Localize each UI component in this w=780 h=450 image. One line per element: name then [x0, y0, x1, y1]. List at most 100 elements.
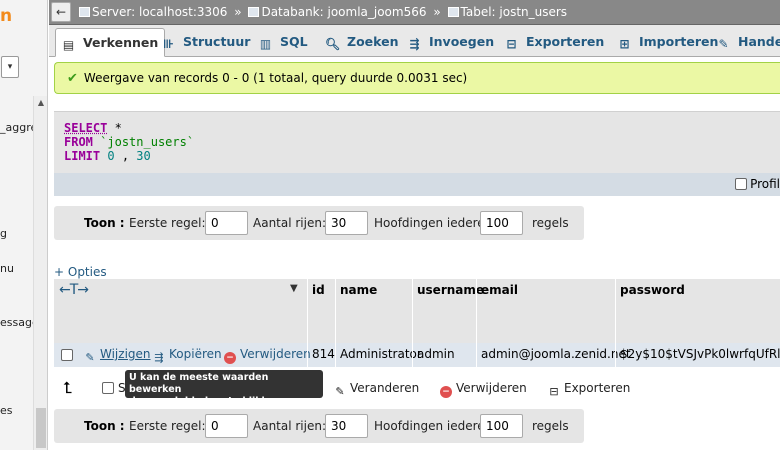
cell-password[interactable]: $2y$10$tVSJvPk0lwrfqUfRlDy — [615, 343, 780, 367]
column-header-name[interactable]: name — [335, 279, 412, 343]
tab-label: SQL — [280, 34, 308, 49]
column-header-email[interactable]: email — [476, 279, 615, 343]
delete-icon: − — [224, 352, 236, 364]
sql-limit-start: 0 — [107, 149, 115, 163]
table-row[interactable]: ✎ Wijzigen ⇶ Kopiëren − Verwijderen 814 Adm… — [54, 343, 780, 367]
insert-icon: ⇶ — [409, 37, 420, 51]
breadcrumb-bar: ← Server: localhost:3306 » Databank: joo… — [49, 0, 780, 25]
select-all-checkbox[interactable] — [102, 382, 114, 394]
bulk-delete-button[interactable]: − Verwijderen — [440, 381, 527, 398]
scroll-up-arrow-icon[interactable]: ▲ — [34, 96, 47, 110]
column-arrows-icon[interactable]: ←T→ — [59, 282, 89, 298]
rows-input[interactable]: 30 — [325, 414, 368, 438]
tab-structuur[interactable]: ⊪ Structuur — [156, 28, 256, 57]
pagination-row-bottom: Toon : Eerste regel: 0 Aantal rijen: 30 … — [54, 409, 584, 443]
tab-invoegen[interactable]: ⇶ Invoegen — [402, 28, 500, 57]
tab-importeren[interactable]: ⊞ Importeren — [612, 28, 724, 57]
tab-sql[interactable]: ▥ SQL — [253, 28, 314, 57]
copy-icon: ⇶ — [154, 351, 164, 364]
edit-row-button[interactable]: ✎ Wijzigen — [83, 343, 151, 365]
profiling-option[interactable]: Profil — [735, 177, 780, 191]
row-checkbox[interactable] — [61, 349, 73, 361]
sql-table-name: `jostn_users` — [100, 135, 195, 149]
copy-row-button[interactable]: ⇶ Kopiëren — [152, 343, 222, 365]
profiling-label: Profil — [750, 177, 780, 191]
rows-label: Aantal rijen: — [253, 419, 327, 433]
bulk-edit-button[interactable]: ✎ Veranderen — [333, 381, 419, 399]
phpmyadmin-logo[interactable]: n — [0, 6, 12, 26]
tab-zoeken[interactable]: 🔍︎ Zoeken — [320, 28, 404, 57]
cell-id[interactable]: 814 — [307, 343, 335, 367]
tab-label: Structuur — [183, 34, 251, 49]
tab-exporteren[interactable]: ⊟ Exporteren — [499, 28, 610, 57]
left-navigation-panel: n ▾ _aggre g nu essage es ▲ — [0, 0, 48, 450]
copy-label: Kopiëren — [169, 347, 222, 361]
headers-label: Hoofdingen iedere — [374, 216, 485, 230]
edit-hint-tooltip: U kan de meeste waarden bewerken door er… — [125, 370, 323, 407]
column-header-username[interactable]: username — [412, 279, 484, 343]
column-header-password[interactable]: password — [615, 279, 780, 343]
sql-select-keyword[interactable]: SELECT — [64, 121, 107, 135]
scroll-thumb[interactable] — [36, 408, 46, 448]
headers-input[interactable]: 100 — [480, 414, 523, 438]
nav-item[interactable]: g — [0, 227, 7, 240]
sql-limit-separator: , — [121, 149, 130, 163]
sql-star: * — [114, 121, 122, 135]
toon-label: Toon : — [84, 419, 125, 433]
tab-verkennen[interactable]: ▤ Verkennen — [55, 28, 166, 57]
breadcrumb-database[interactable]: Databank: joomla_joom566 — [261, 5, 426, 19]
regels-label: regels — [532, 419, 569, 433]
delete-label: Verwijderen — [240, 347, 311, 361]
profiling-checkbox[interactable] — [735, 178, 748, 190]
rows-input[interactable]: 30 — [325, 211, 368, 235]
import-icon: ⊞ — [619, 37, 630, 51]
breadcrumb-separator: » — [433, 5, 441, 19]
column-header-id[interactable]: id — [307, 279, 335, 343]
arrow-up-left-icon: ⮤ — [63, 378, 73, 397]
collapse-arrow-icon[interactable]: ← — [51, 2, 71, 22]
pagination-row-top: Toon : Eerste regel: 0 Aantal rijen: 30 … — [54, 206, 584, 240]
sql-tools-bar: Profil — [54, 173, 780, 196]
nav-item[interactable]: _aggre — [0, 121, 37, 134]
tab-label: Invoegen — [429, 34, 495, 49]
cell-username[interactable]: admin — [412, 343, 476, 367]
sql-icon: ▥ — [259, 37, 272, 51]
breadcrumb-table[interactable]: Tabel: jostn_users — [461, 5, 568, 19]
cell-email[interactable]: admin@joomla.zenid.net — [476, 343, 631, 367]
bulk-edit-label: Veranderen — [350, 381, 420, 395]
regels-label: regels — [532, 216, 569, 230]
cell-name[interactable]: Administrator — [335, 343, 422, 367]
edit-label: Wijzigen — [100, 347, 151, 361]
delete-row-button[interactable]: − Verwijderen — [224, 343, 311, 365]
pencil-icon: ✎ — [85, 351, 95, 364]
tooltip-line: door er dubbel op te klikken. — [129, 396, 285, 407]
breadcrumb-server[interactable]: Server: localhost:3306 — [92, 5, 227, 19]
headers-input[interactable]: 100 — [480, 211, 523, 235]
options-link[interactable]: + Opties — [54, 265, 107, 279]
sort-dropdown-icon[interactable]: ▼ — [290, 283, 298, 294]
server-select-dropdown[interactable]: ▾ — [1, 56, 19, 78]
success-message: ✔ Weergave van records 0 - 0 (1 totaal, q… — [54, 62, 780, 94]
sql-limit-keyword: LIMIT — [64, 149, 101, 163]
bulk-export-button[interactable]: ⊟ Exporteren — [547, 381, 630, 399]
export-icon: ⊟ — [549, 385, 559, 398]
nav-item[interactable]: es — [0, 404, 13, 417]
table-icon — [447, 7, 459, 17]
first-row-input[interactable]: 0 — [205, 211, 248, 235]
server-icon — [79, 7, 90, 17]
first-row-input[interactable]: 0 — [205, 414, 248, 438]
tab-label: Handel — [738, 34, 780, 49]
first-row-label: Eerste regel: — [129, 216, 206, 230]
database-icon — [248, 7, 260, 17]
success-text: Weergave van records 0 - 0 (1 totaal, qu… — [83, 71, 468, 85]
tab-handelingen[interactable]: ✎ Handel — [711, 28, 780, 57]
headers-label: Hoofdingen iedere — [374, 419, 485, 433]
bulk-delete-label: Verwijderen — [456, 381, 527, 395]
delete-icon: − — [440, 386, 452, 398]
tooltip-line: U kan de meeste waarden bewerken — [129, 372, 269, 395]
sql-query-box[interactable]: SELECT * FROM `jostn_users` LIMIT 0 , 30 — [54, 111, 780, 173]
operations-icon: ✎ — [718, 37, 729, 51]
structure-icon: ⊪ — [163, 37, 174, 51]
nav-item[interactable]: nu — [0, 262, 14, 275]
nav-scrollbar[interactable]: ▲ — [33, 96, 47, 450]
